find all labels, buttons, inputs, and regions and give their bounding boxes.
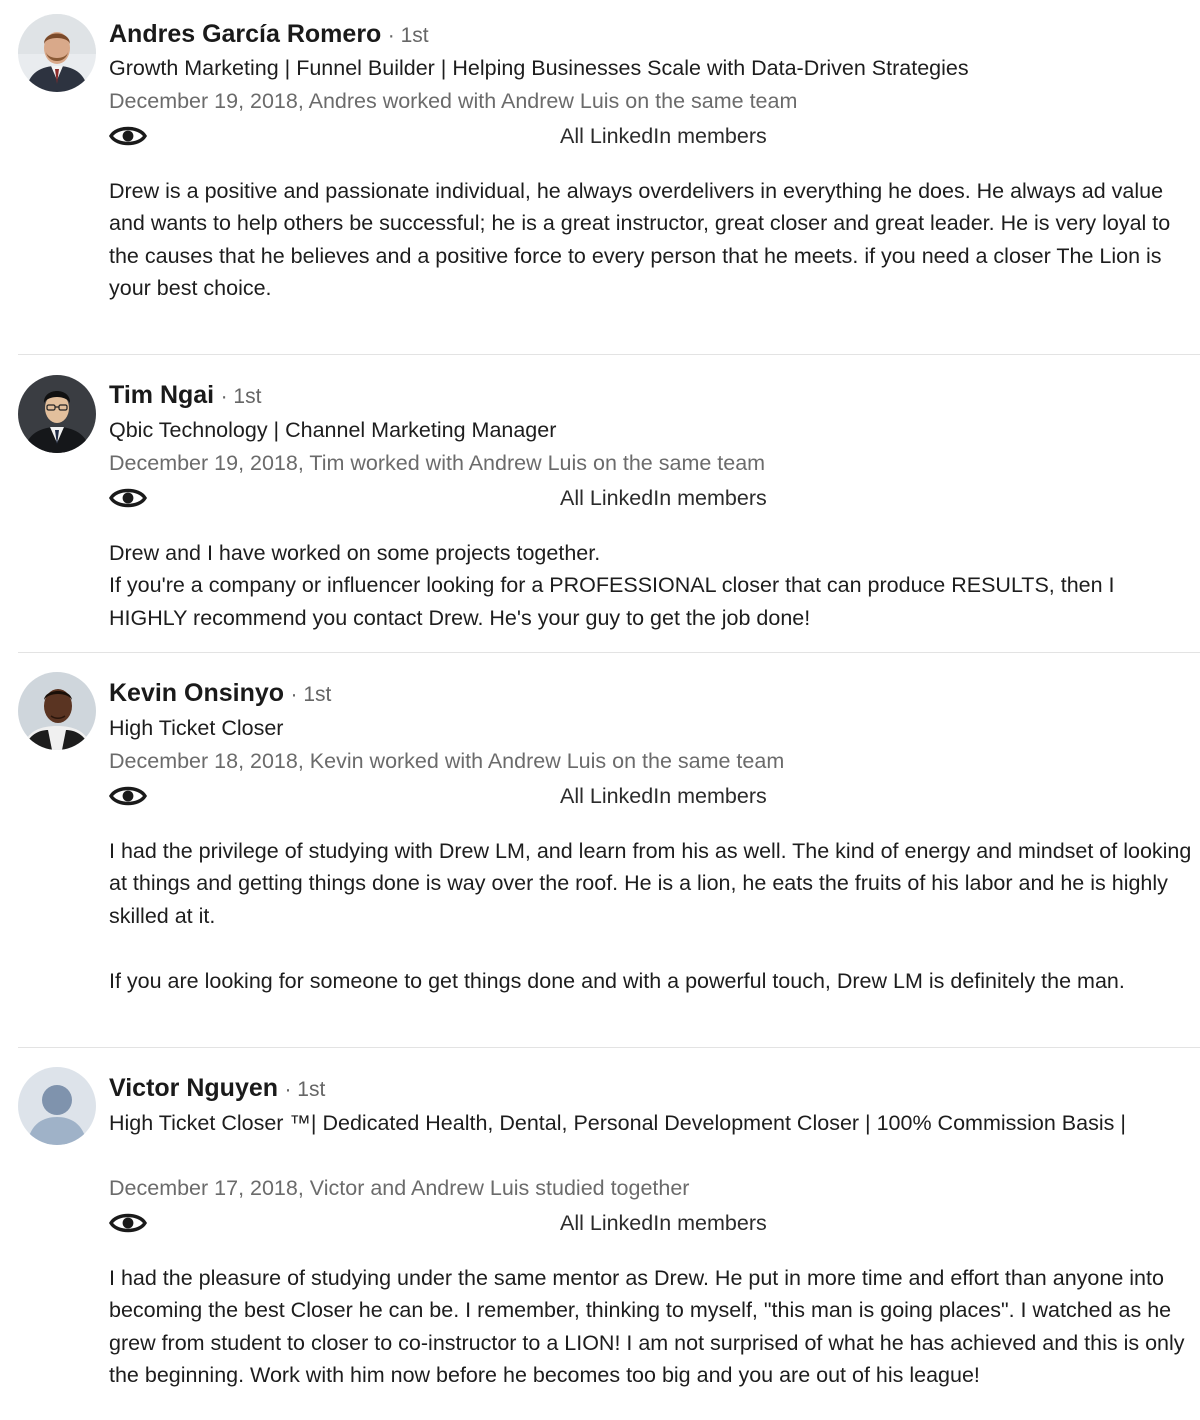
divider (18, 652, 1200, 653)
recommendation-text: I had the pleasure of studying under the… (109, 1262, 1194, 1392)
divider (18, 1047, 1200, 1048)
eye-icon (109, 126, 147, 146)
avatar[interactable] (18, 14, 96, 92)
recommendation-date: December 18, 2018, Kevin worked with And… (109, 749, 785, 773)
eye-icon (109, 488, 147, 508)
recommendation-date: December 19, 2018, Andres worked with An… (109, 89, 798, 113)
recommendation-paragraph: Drew and I have worked on some projects … (109, 541, 601, 565)
recommender-name[interactable]: Tim Ngai (109, 381, 214, 409)
connection-degree: · 1st (290, 683, 332, 706)
connection-degree: · 1st (387, 24, 429, 47)
recommender-headline: Qbic Technology | Channel Marketing Mana… (109, 418, 557, 442)
recommendation-paragraph: I had the privilege of studying with Dre… (109, 839, 1192, 928)
recommendation-text: I had the privilege of studying with Dre… (109, 835, 1194, 997)
divider (18, 354, 1200, 355)
recommendation-paragraph: If you're a company or influencer lookin… (109, 573, 1115, 630)
recommendation-paragraph: Drew is a positive and passionate indivi… (109, 179, 1171, 301)
avatar[interactable] (18, 672, 96, 750)
eye-icon (109, 1213, 147, 1233)
visibility-label[interactable]: All LinkedIn members (560, 780, 767, 812)
recommender-name[interactable]: Victor Nguyen (109, 1074, 278, 1102)
recommender-headline: High Ticket Closer (109, 716, 284, 740)
recommendation-date: December 17, 2018, Victor and Andrew Lui… (109, 1176, 690, 1200)
recommendation-paragraph: If you are looking for someone to get th… (109, 968, 1125, 993)
eye-icon (109, 786, 147, 806)
recommender-headline: Growth Marketing | Funnel Builder | Help… (109, 56, 969, 80)
avatar[interactable] (18, 1067, 96, 1145)
recommender-name[interactable]: Kevin Onsinyo (109, 679, 284, 707)
recommendation-paragraph: I had the pleasure of studying under the… (109, 1266, 1185, 1388)
visibility-label[interactable]: All LinkedIn members (560, 120, 767, 152)
visibility-label[interactable]: All LinkedIn members (560, 1207, 767, 1239)
connection-degree: · 1st (220, 385, 262, 408)
avatar[interactable] (18, 375, 96, 453)
recommender-name[interactable]: Andres García Romero (109, 20, 381, 48)
recommender-headline: High Ticket Closer ™| Dedicated Health, … (109, 1111, 1126, 1135)
connection-degree: · 1st (284, 1078, 326, 1101)
recommendation-text: Drew is a positive and passionate indivi… (109, 175, 1194, 305)
recommendation-text: Drew and I have worked on some projects … (109, 537, 1194, 634)
visibility-label[interactable]: All LinkedIn members (560, 482, 767, 514)
recommendation-date: December 19, 2018, Tim worked with Andre… (109, 451, 766, 475)
